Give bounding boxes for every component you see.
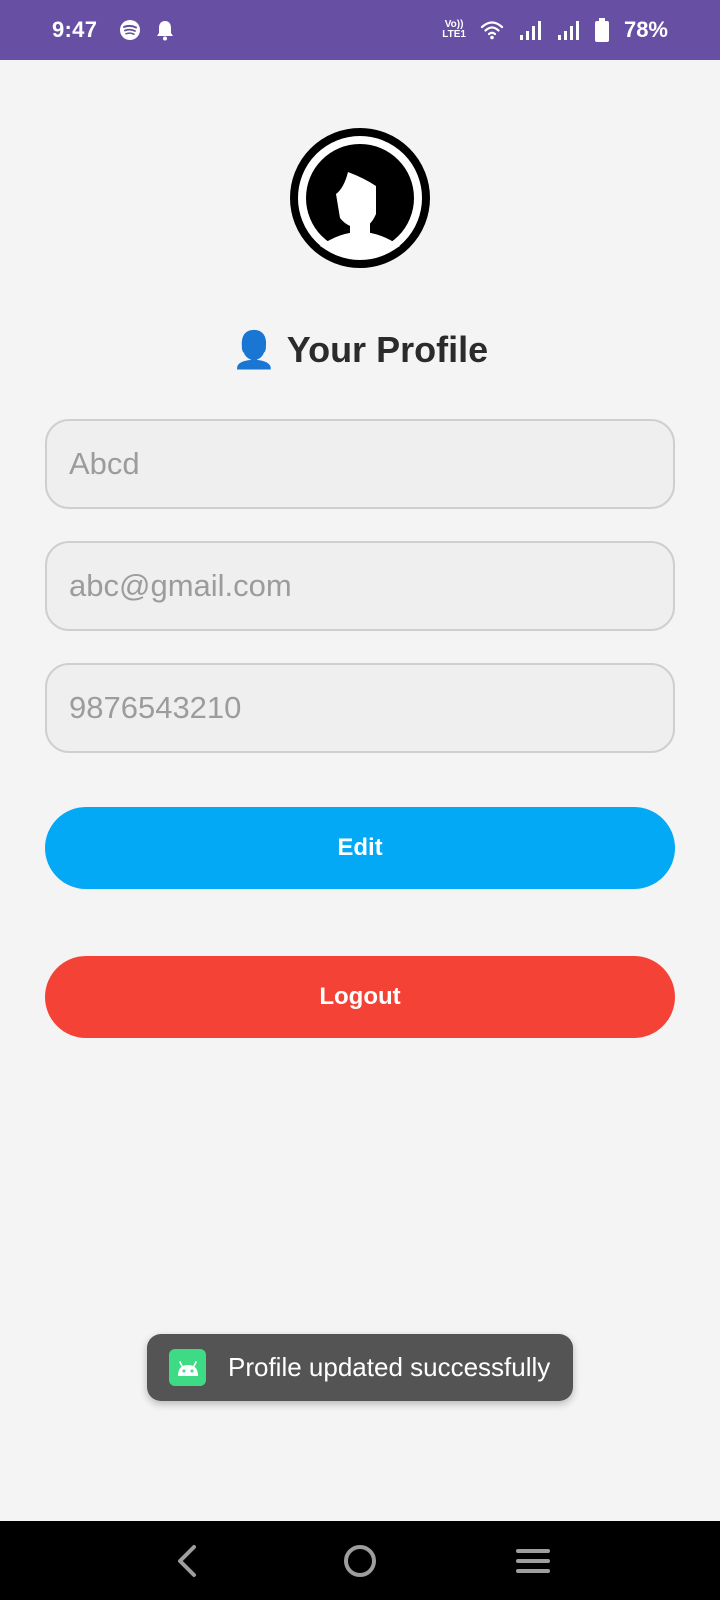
phone-field[interactable]: [45, 663, 675, 753]
toast-message: Profile updated successfully: [228, 1352, 551, 1382]
spotify-icon: [119, 19, 141, 41]
volte-icon: Vo)) LTE1: [442, 20, 466, 40]
status-left: 9:47: [52, 17, 175, 43]
navigation-bar: [0, 1521, 720, 1600]
email-field[interactable]: [45, 541, 675, 631]
user-avatar-icon: [290, 128, 430, 268]
status-time: 9:47: [52, 17, 98, 42]
edit-button[interactable]: Edit: [45, 807, 675, 889]
battery-percent: 78%: [623, 17, 668, 42]
status-right: Vo)) LTE1 78%: [442, 17, 668, 43]
signal-icon: [556, 19, 580, 41]
page-title: 👤 Your Profile: [0, 322, 720, 378]
page-title-text: Your Profile: [286, 329, 489, 370]
notification-bell-icon: [155, 19, 175, 41]
back-icon[interactable]: [157, 1531, 217, 1591]
toast: Profile updated successfully: [147, 1334, 573, 1401]
volte-bottom-label: LTE1: [442, 29, 466, 40]
person-emoji-icon: 👤: [231, 330, 277, 371]
battery-icon: [594, 18, 610, 42]
recents-icon[interactable]: [503, 1531, 563, 1591]
status-bar: 9:47 Vo)) LTE1 78%: [0, 0, 720, 60]
home-icon[interactable]: [330, 1531, 390, 1591]
name-field[interactable]: [45, 419, 675, 509]
signal-icon: [518, 19, 542, 41]
logout-button[interactable]: Logout: [45, 956, 675, 1038]
wifi-icon: [480, 19, 504, 41]
android-app-icon: [169, 1349, 206, 1386]
